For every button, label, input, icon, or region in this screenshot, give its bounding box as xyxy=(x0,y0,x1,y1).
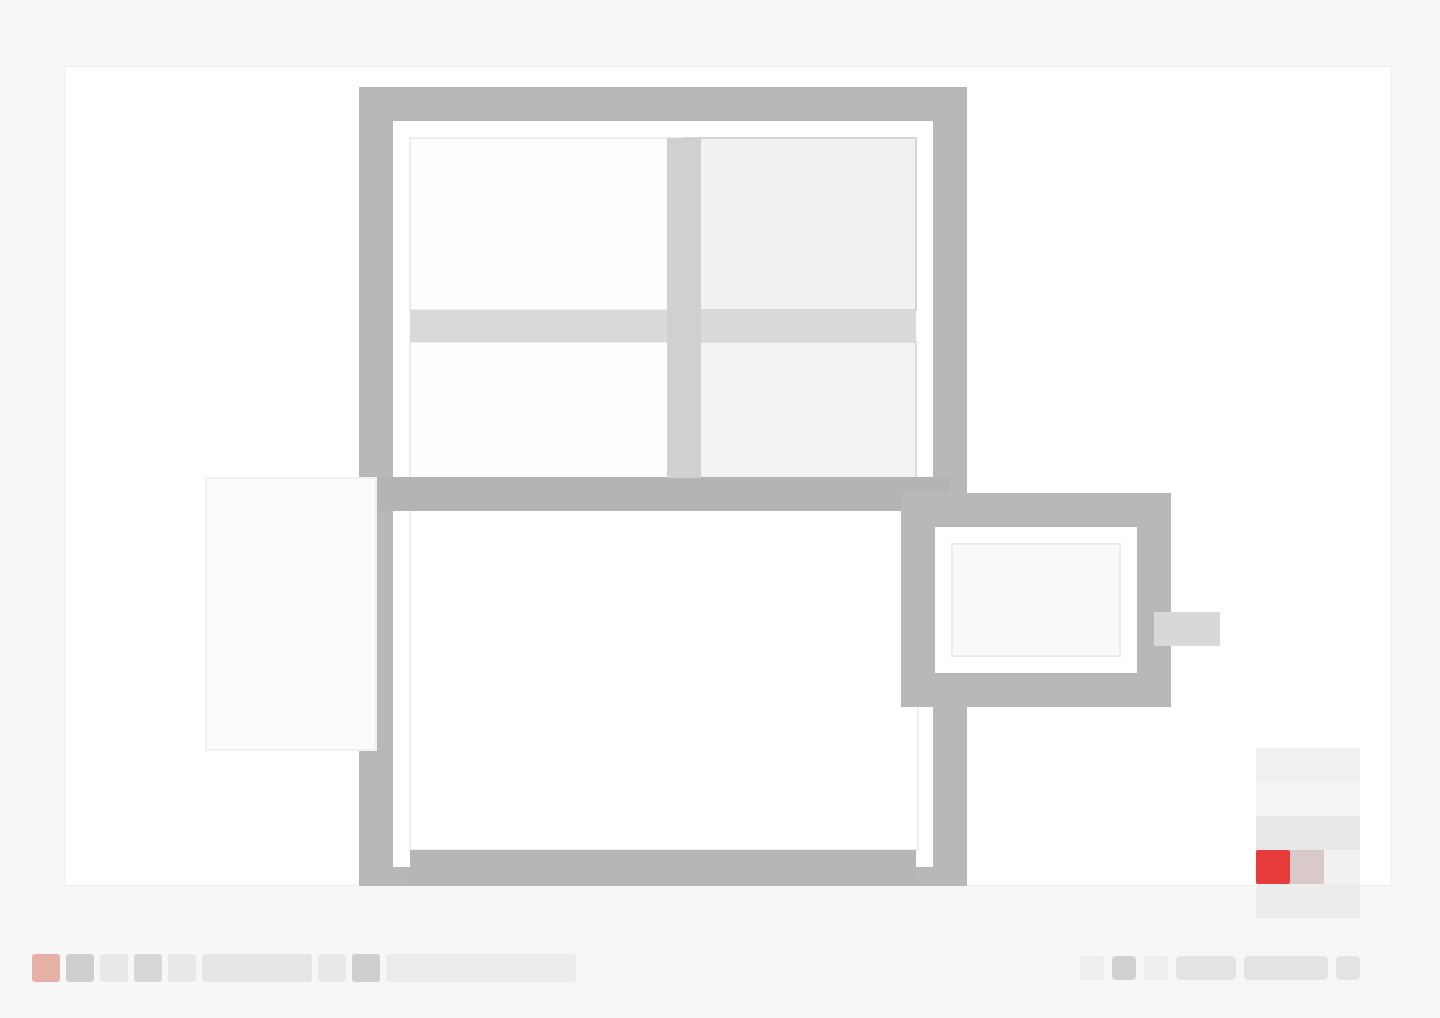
tool-group-1[interactable] xyxy=(202,954,312,982)
upper-left-room[interactable] xyxy=(409,137,685,311)
app-window xyxy=(0,0,1440,1018)
palette-row-2[interactable] xyxy=(1256,782,1360,816)
fit-view-button[interactable] xyxy=(1176,956,1236,980)
tool-group-2[interactable] xyxy=(386,954,576,982)
middle-left-room[interactable] xyxy=(409,341,685,479)
attachment-tab[interactable] xyxy=(1154,612,1220,646)
neutral-color-swatch[interactable] xyxy=(1290,850,1324,884)
diagram-svg[interactable] xyxy=(64,66,1392,886)
palette-row-5[interactable] xyxy=(1256,884,1360,918)
eraser-icon[interactable] xyxy=(318,954,346,982)
main-structure[interactable] xyxy=(205,87,1220,886)
left-toolbar-group xyxy=(32,948,576,988)
drawing-canvas[interactable] xyxy=(64,66,1392,886)
color-palette-widget[interactable] xyxy=(1256,748,1360,918)
palette-row-3[interactable] xyxy=(1256,816,1360,850)
pen-icon[interactable] xyxy=(66,954,94,982)
zoom-in-icon[interactable] xyxy=(1144,956,1168,980)
lower-room[interactable] xyxy=(409,509,919,851)
red-color-swatch[interactable] xyxy=(1256,850,1290,884)
middle-right-room[interactable] xyxy=(683,341,917,479)
bottom-toolbar xyxy=(32,948,1408,988)
palette-row-1[interactable] xyxy=(1256,748,1360,782)
attachment-inner xyxy=(951,543,1121,657)
text-icon[interactable] xyxy=(168,954,196,982)
line-icon[interactable] xyxy=(134,954,162,982)
zoom-out-icon[interactable] xyxy=(1080,956,1104,980)
color-swatch-icon[interactable] xyxy=(32,954,60,982)
right-toolbar-group xyxy=(1080,948,1360,988)
view-options-button[interactable] xyxy=(1244,956,1328,980)
shape-icon[interactable] xyxy=(100,954,128,982)
zoom-level-indicator[interactable] xyxy=(1112,956,1136,980)
bottom-frame-shadow xyxy=(410,850,916,884)
left-ghost-panel xyxy=(205,477,377,751)
select-icon[interactable] xyxy=(352,954,380,982)
upper-right-room[interactable] xyxy=(683,137,917,311)
settings-icon[interactable] xyxy=(1336,956,1360,980)
